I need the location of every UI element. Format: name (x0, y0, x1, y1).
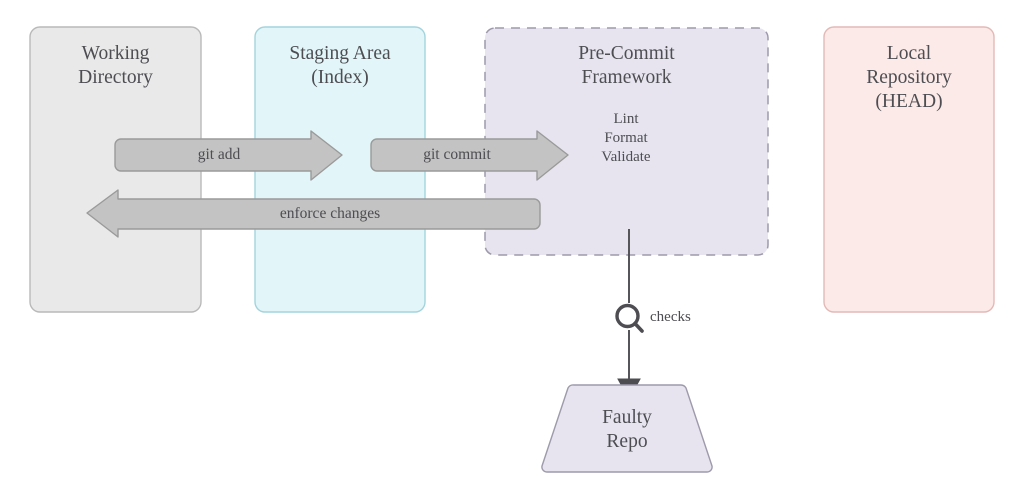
node-local-repository[interactable] (823, 26, 995, 313)
diagram-canvas: Working Directory Staging Area (Index) P… (0, 0, 1024, 501)
magnifier-icon (615, 303, 644, 333)
diagram-shapes-layer (29, 26, 995, 473)
node-faulty-repo[interactable] (541, 384, 713, 473)
